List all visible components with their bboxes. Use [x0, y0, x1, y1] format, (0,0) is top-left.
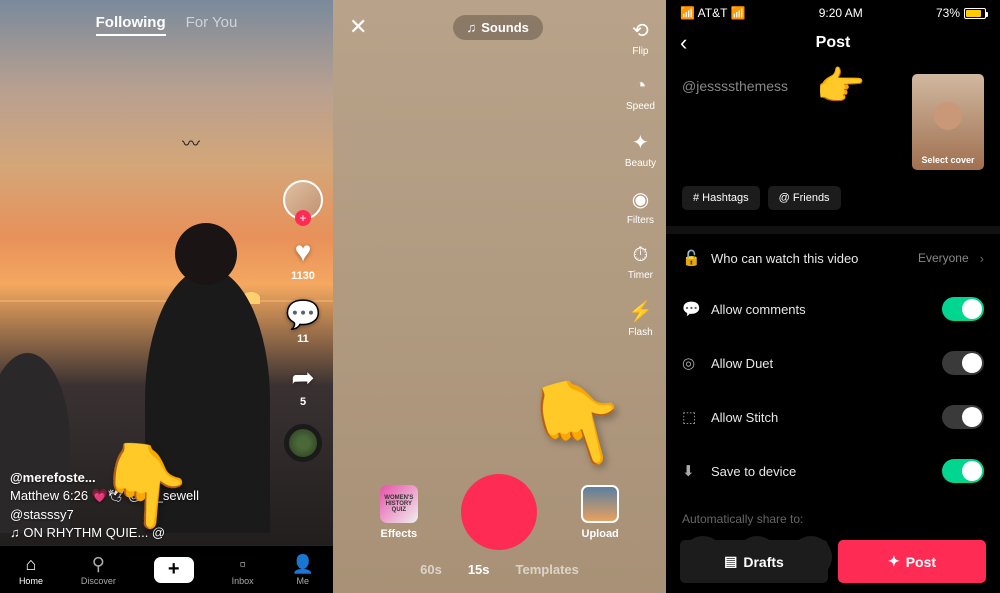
stitch-row: ⬚ Allow Stitch [682, 390, 984, 444]
duration-selector: 60s 15s Templates [333, 550, 666, 583]
beauty-icon: ✦ [632, 130, 649, 155]
feed-screen: Following For You 〰 ♥ 1130 💬 11 ➦ 5 @mer… [0, 0, 333, 593]
nav-inbox[interactable]: ▫Inbox [232, 554, 254, 586]
timer-button[interactable]: ⏱Timer [628, 244, 653, 281]
share-count: 5 [300, 396, 306, 408]
chevron-right-icon: › [980, 251, 984, 266]
carrier-text: 📶 AT&T 📶 [680, 6, 745, 20]
nav-discover[interactable]: ⚲Discover [81, 554, 116, 586]
pointer-hand-icon: 👇 [817, 61, 864, 111]
nav-me[interactable]: 👤Me [292, 554, 314, 586]
creator-avatar[interactable] [283, 180, 323, 220]
battery-percent: 73% [936, 6, 960, 20]
battery-icon [964, 8, 986, 19]
comments-toggle[interactable] [942, 297, 984, 321]
speed-button[interactable]: ◔Speed [626, 75, 655, 112]
close-button[interactable]: ✕ [349, 14, 367, 40]
duration-templates[interactable]: Templates [516, 562, 579, 577]
camera-header: ✕ ♫Sounds [333, 0, 666, 54]
flash-button[interactable]: ⚡Flash [628, 299, 653, 338]
hashtags-chip[interactable]: # Hashtags [682, 186, 760, 210]
camera-side-tools: ⟲Flip ◔Speed ✦Beauty ◉Filters ⏱Timer ⚡Fl… [625, 18, 656, 338]
like-count: 1130 [291, 270, 315, 282]
comments-row: 💬 Allow comments [682, 282, 984, 336]
comment-icon: 💬 [682, 300, 700, 318]
plus-icon: + [154, 557, 194, 583]
download-icon: ⬇ [682, 462, 700, 480]
save-row: ⬇ Save to device [682, 444, 984, 498]
sound-disc[interactable] [284, 424, 322, 462]
duration-60s[interactable]: 60s [420, 562, 442, 577]
profile-icon: 👤 [292, 554, 314, 575]
upload-thumb [581, 485, 619, 523]
comment-icon: 💬 [286, 298, 321, 331]
cover-selector[interactable]: Select cover [912, 74, 984, 170]
music-icon: ♫ [467, 20, 477, 35]
auto-share-label: Automatically share to: [682, 512, 984, 526]
page-title: Post [680, 34, 986, 52]
timer-icon: ⏱ [633, 244, 649, 267]
home-icon: ⌂ [26, 554, 37, 575]
speed-icon: ◔ [634, 75, 646, 98]
privacy-row[interactable]: 🔓 Who can watch this video Everyone › [682, 234, 984, 282]
post-screen: 📶 AT&T 📶 9:20 AM 73% ‹ Post @jesssstheme… [666, 0, 1000, 593]
sounds-button[interactable]: ♫Sounds [453, 15, 543, 40]
share-icon: ➦ [291, 361, 314, 394]
beauty-button[interactable]: ✦Beauty [625, 130, 656, 169]
share-button[interactable]: ➦ 5 [291, 361, 314, 408]
drafts-icon: ▤ [724, 553, 737, 570]
bottom-nav: ⌂Home ⚲Discover + ▫Inbox 👤Me [0, 545, 333, 593]
tab-following[interactable]: Following [96, 14, 166, 36]
comment-count: 11 [297, 333, 309, 345]
stitch-toggle[interactable] [942, 405, 984, 429]
duet-icon: ◎ [682, 354, 700, 372]
feed-tabs: Following For You [0, 0, 333, 50]
duet-toggle[interactable] [942, 351, 984, 375]
effects-button[interactable]: WOMEN'SHISTORYQUIZEffects [380, 485, 418, 540]
stitch-icon: ⬚ [682, 408, 700, 426]
camera-controls: WOMEN'SHISTORYQUIZEffects Upload 60s 15s… [333, 464, 666, 593]
tab-for-you[interactable]: For You [186, 14, 238, 36]
filters-icon: ◉ [632, 187, 649, 212]
record-button[interactable] [461, 474, 537, 550]
filters-button[interactable]: ◉Filters [627, 187, 654, 226]
action-rail: ♥ 1130 💬 11 ➦ 5 [283, 180, 323, 462]
save-toggle[interactable] [942, 459, 984, 483]
bird-silhouette: 〰 [182, 130, 200, 156]
drafts-button[interactable]: ▤Drafts [680, 540, 828, 583]
flip-icon: ⟲ [632, 18, 649, 43]
nav-create[interactable]: + [154, 557, 194, 583]
camera-screen: ✕ ♫Sounds ⟲Flip ◔Speed ✦Beauty ◉Filters … [333, 0, 666, 593]
status-time: 9:20 AM [819, 6, 863, 20]
divider [666, 226, 1000, 234]
like-button[interactable]: ♥ 1130 [291, 236, 315, 282]
inbox-icon: ▫ [239, 554, 245, 575]
friends-chip[interactable]: @ Friends [768, 186, 841, 210]
upload-button[interactable]: Upload [581, 485, 619, 540]
flip-button[interactable]: ⟲Flip [632, 18, 649, 57]
pointer-hand-icon: 👇 [91, 435, 198, 537]
lock-icon: 🔓 [682, 249, 700, 267]
heart-icon: ♥ [295, 236, 312, 268]
status-bar: 📶 AT&T 📶 9:20 AM 73% [666, 0, 1000, 22]
flash-icon: ⚡ [628, 299, 653, 324]
post-footer: ▤Drafts ✦Post [666, 530, 1000, 593]
caption-input[interactable]: @jessssthemess [682, 74, 900, 94]
post-header: ‹ Post [666, 22, 1000, 64]
effects-thumb: WOMEN'SHISTORYQUIZ [380, 485, 418, 523]
post-icon: ✦ [888, 553, 900, 570]
post-button[interactable]: ✦Post [838, 540, 986, 583]
duration-15s[interactable]: 15s [468, 562, 490, 577]
nav-home[interactable]: ⌂Home [19, 554, 43, 586]
duet-row: ◎ Allow Duet [682, 336, 984, 390]
search-icon: ⚲ [92, 554, 105, 575]
comment-button[interactable]: 💬 11 [286, 298, 321, 345]
